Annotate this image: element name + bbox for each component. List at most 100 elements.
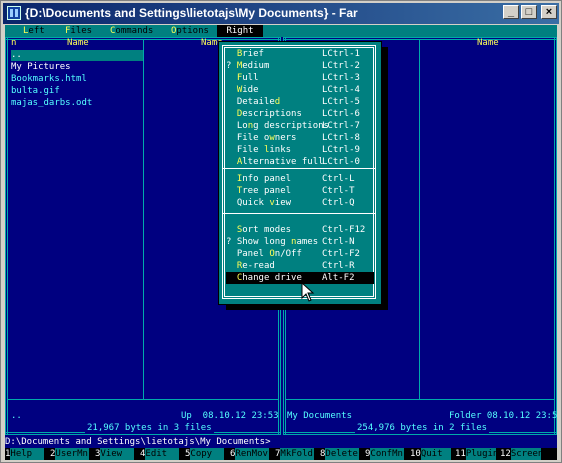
fkey-view[interactable]: 3View	[95, 448, 137, 460]
menu-commands[interactable]: Commands	[110, 25, 153, 37]
dropdown-item-shortcut: Ctrl-Q	[322, 198, 355, 208]
dropdown-item-label: File owners	[236, 133, 297, 143]
right-status-info: Folder 08.10.12 23:53	[449, 411, 557, 421]
fkey-quit[interactable]: 10Quit	[410, 448, 452, 460]
dropdown-item-label: Medium	[236, 61, 270, 71]
right-panel-top-border	[283, 37, 557, 40]
file-item[interactable]: bulta.gif	[11, 85, 60, 97]
left-column-header-name[interactable]: Name	[67, 37, 89, 49]
far-app-icon[interactable]	[7, 6, 21, 20]
file-item[interactable]: Bookmarks.html	[11, 73, 87, 85]
fkey-copy[interactable]: 5Copy	[185, 448, 227, 460]
dropdown-item-shortcut: Ctrl-F2	[322, 249, 360, 259]
dropdown-item[interactable]: Tree panel Ctrl-T	[226, 185, 374, 197]
right-column-header-name[interactable]: Name	[477, 37, 499, 49]
dropdown-item[interactable]: Sort modes Ctrl-F12	[226, 224, 374, 236]
dropdown-item-checkmark	[226, 73, 231, 83]
menu-options[interactable]: Options	[171, 25, 209, 37]
left-column-header-n[interactable]: n	[11, 37, 16, 49]
dropdown-item-label: Long descriptions	[236, 121, 329, 131]
right-panel-right-border	[554, 37, 557, 435]
function-key-bar: 1Help 2UserMn 3View 4Edit 5Copy 6RenMov 7MkFol…	[5, 448, 557, 460]
dropdown-item[interactable]: Wide LCtrl-4	[226, 84, 374, 96]
menu-left[interactable]: Left	[23, 25, 45, 37]
mouse-pointer-icon	[301, 282, 315, 302]
far-window: {D:\Documents and Settings\lietotajs\My …	[0, 0, 562, 463]
left-panel-column-divider	[143, 39, 144, 399]
dropdown-item-checkmark: ?	[226, 61, 232, 71]
title-bar[interactable]: {D:\Documents and Settings\lietotajs\My …	[3, 3, 559, 24]
dropdown-item-shortcut: Ctrl-F12	[322, 225, 366, 235]
dropdown-item-checkmark	[226, 225, 231, 235]
dropdown-item-label: File links	[236, 145, 292, 155]
fkey-screen[interactable]: 12Screen	[500, 448, 543, 460]
dropdown-item-shortcut: Alt-F2	[322, 273, 355, 283]
dropdown-item[interactable]: ? Show long names Ctrl-N	[226, 236, 374, 248]
right-panel-column-divider	[419, 39, 420, 399]
dropdown-item-label: Alternative full	[236, 157, 324, 167]
dropdown-item-shortcut: LCtrl-6	[322, 109, 360, 119]
fkey-label: Copy	[190, 448, 225, 460]
dropdown-item-shortcut: LCtrl-8	[322, 133, 360, 143]
left-panel-status-separator	[8, 399, 278, 400]
fkey-edit[interactable]: 4Edit	[140, 448, 182, 460]
dropdown-item[interactable]: ? Medium LCtrl-2	[226, 60, 374, 72]
dropdown-item[interactable]: Panel On/Off Ctrl-F2	[226, 248, 374, 260]
file-item[interactable]: ..	[11, 49, 22, 61]
fkey-number: 12	[500, 449, 511, 459]
dropdown-item-shortcut: LCtrl-0	[322, 157, 360, 167]
right-panel-summary: 254,976 bytes in 2 files	[355, 422, 490, 434]
dropdown-item[interactable]: Brief LCtrl-1	[226, 48, 374, 60]
dropdown-item[interactable]: File owners LCtrl-8	[226, 132, 374, 144]
dropdown-item-label: Show long names	[236, 237, 319, 247]
dropdown-item-checkmark: ?	[226, 237, 232, 247]
dropdown-item-shortcut: LCtrl-9	[322, 145, 360, 155]
dropdown-item[interactable]: Detailed LCtrl-5	[226, 96, 374, 108]
dropdown-item[interactable]: File links LCtrl-9	[226, 144, 374, 156]
command-line[interactable]: D:\Documents and Settings\lietotajs\My D…	[5, 436, 271, 448]
dropdown-item-label: Detailed	[236, 97, 281, 107]
dropdown-item-checkmark	[226, 273, 231, 283]
dropdown-item-label: Full	[236, 73, 259, 83]
maximize-button[interactable]: □	[521, 5, 537, 19]
dropdown-item[interactable]: Change drive Alt-F2	[226, 272, 374, 284]
dropdown-item-shortcut: Ctrl-L	[322, 174, 355, 184]
far-console[interactable]: Left Files Commands Options Right n Name…	[5, 25, 557, 460]
dropdown-item[interactable]: Alternative full LCtrl-0	[226, 156, 374, 168]
fkey-usermn[interactable]: 2UserMn	[50, 448, 92, 460]
dropdown-item-label: Descriptions	[236, 109, 302, 119]
menu-right[interactable]: Right	[217, 25, 263, 37]
fkey-renmov[interactable]: 6RenMov	[230, 448, 272, 460]
dropdown-item[interactable]: Descriptions LCtrl-6	[226, 108, 374, 120]
fkey-label: Help	[10, 448, 45, 460]
dropdown-item-checkmark	[226, 157, 231, 167]
fkey-number: 11	[455, 449, 466, 459]
file-item[interactable]: My Pictures	[11, 61, 71, 73]
dropdown-item[interactable]: Re-read Ctrl-R	[226, 260, 374, 272]
dropdown-item[interactable]: Long descriptions LCtrl-7	[226, 120, 374, 132]
dropdown-item-shortcut: Ctrl-R	[322, 261, 355, 271]
dropdown-item-shortcut: LCtrl-3	[322, 73, 360, 83]
dropdown-item[interactable]: Info panel Ctrl-L	[226, 173, 374, 185]
dropdown-separator	[222, 213, 376, 214]
menu-files[interactable]: Files	[65, 25, 92, 37]
fkey-mkfold[interactable]: 7MkFold	[275, 448, 317, 460]
dropdown-item-checkmark	[226, 97, 231, 107]
dropdown-item-shortcut: Ctrl-N	[322, 237, 355, 247]
dropdown-item-label: Panel On/Off	[236, 249, 302, 259]
dropdown-item-shortcut: LCtrl-5	[322, 97, 360, 107]
close-button[interactable]: ×	[541, 5, 557, 19]
fkey-delete[interactable]: 8Delete	[320, 448, 362, 460]
fkey-confmn[interactable]: 9ConfMn	[365, 448, 407, 460]
file-item[interactable]: majas_darbs.odt	[11, 97, 92, 109]
fkey-help[interactable]: 1Help	[5, 448, 47, 460]
dropdown-item[interactable]: Quick view Ctrl-Q	[226, 197, 374, 209]
dropdown-item-label: Brief	[236, 49, 264, 59]
dropdown-item[interactable]: Full LCtrl-3	[226, 72, 374, 84]
left-status-filename: ..	[11, 411, 22, 421]
dropdown-item-checkmark	[226, 261, 231, 271]
minimize-button[interactable]: _	[503, 5, 519, 19]
fkey-label: RenMov	[235, 448, 270, 460]
dropdown-item-label: Sort modes	[236, 225, 292, 235]
fkey-plugin[interactable]: 11Plugin	[455, 448, 498, 460]
